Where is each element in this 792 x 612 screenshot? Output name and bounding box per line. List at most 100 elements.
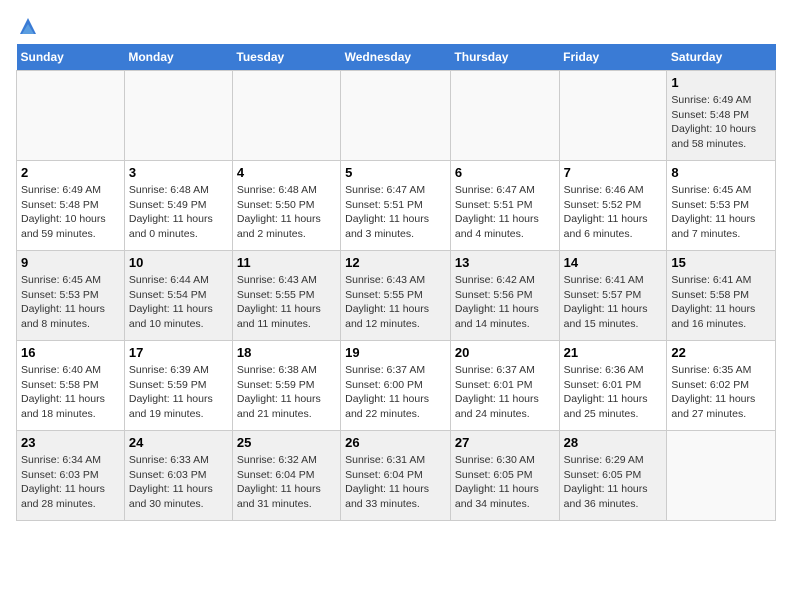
day-number: 7: [564, 165, 663, 180]
cell-content: Sunrise: 6:34 AM Sunset: 6:03 PM Dayligh…: [21, 453, 120, 512]
week-row-1: 2 Sunrise: 6:49 AM Sunset: 5:48 PM Daylig…: [17, 161, 776, 251]
day-number: 23: [21, 435, 120, 450]
calendar-cell: 25 Sunrise: 6:32 AM Sunset: 6:04 PM Dayli…: [232, 431, 340, 521]
week-row-3: 16 Sunrise: 6:40 AM Sunset: 5:58 PM Dayli…: [17, 341, 776, 431]
calendar-cell: 24 Sunrise: 6:33 AM Sunset: 6:03 PM Dayli…: [124, 431, 232, 521]
calendar-cell: 7 Sunrise: 6:46 AM Sunset: 5:52 PM Daylig…: [559, 161, 667, 251]
header-day-thursday: Thursday: [450, 44, 559, 71]
calendar-cell: 18 Sunrise: 6:38 AM Sunset: 5:59 PM Dayli…: [232, 341, 340, 431]
week-row-4: 23 Sunrise: 6:34 AM Sunset: 6:03 PM Dayli…: [17, 431, 776, 521]
calendar-header: SundayMondayTuesdayWednesdayThursdayFrid…: [17, 44, 776, 71]
cell-content: Sunrise: 6:41 AM Sunset: 5:57 PM Dayligh…: [564, 273, 663, 332]
logo: [16, 16, 38, 36]
day-number: 6: [455, 165, 555, 180]
cell-content: Sunrise: 6:32 AM Sunset: 6:04 PM Dayligh…: [237, 453, 336, 512]
day-number: 25: [237, 435, 336, 450]
header-day-monday: Monday: [124, 44, 232, 71]
calendar-cell: [17, 71, 125, 161]
calendar-cell: 15 Sunrise: 6:41 AM Sunset: 5:58 PM Dayli…: [667, 251, 776, 341]
day-number: 26: [345, 435, 446, 450]
calendar-cell: 22 Sunrise: 6:35 AM Sunset: 6:02 PM Dayli…: [667, 341, 776, 431]
day-number: 24: [129, 435, 228, 450]
calendar-table: SundayMondayTuesdayWednesdayThursdayFrid…: [16, 44, 776, 521]
calendar-cell: 10Sunrise: 6:44 AM Sunset: 5:54 PM Dayli…: [124, 251, 232, 341]
calendar-cell: 1Sunrise: 6:49 AM Sunset: 5:48 PM Daylig…: [667, 71, 776, 161]
cell-content: Sunrise: 6:39 AM Sunset: 5:59 PM Dayligh…: [129, 363, 228, 422]
day-number: 8: [671, 165, 771, 180]
calendar-cell: [450, 71, 559, 161]
cell-content: Sunrise: 6:41 AM Sunset: 5:58 PM Dayligh…: [671, 273, 771, 332]
day-number: 13: [455, 255, 555, 270]
week-row-0: 1Sunrise: 6:49 AM Sunset: 5:48 PM Daylig…: [17, 71, 776, 161]
calendar-body: 1 Sunrise: 6:49 AM Sunset: 5:48 PM Daylig…: [17, 71, 776, 521]
day-number: 10: [129, 255, 228, 270]
calendar-cell: [232, 71, 340, 161]
calendar-cell: 26 Sunrise: 6:31 AM Sunset: 6:04 PM Dayli…: [341, 431, 451, 521]
calendar-cell: 9 Sunrise: 6:45 AM Sunset: 5:53 PM Daylig…: [17, 251, 125, 341]
header-day-saturday: Saturday: [667, 44, 776, 71]
cell-content: Sunrise: 6:47 AM Sunset: 5:51 PM Dayligh…: [345, 183, 446, 242]
day-number: 5: [345, 165, 446, 180]
cell-content: Sunrise: 6:37 AM Sunset: 6:01 PM Dayligh…: [455, 363, 555, 422]
cell-content: Sunrise: 6:35 AM Sunset: 6:02 PM Dayligh…: [671, 363, 771, 422]
cell-content: Sunrise: 6:47 AM Sunset: 5:51 PM Dayligh…: [455, 183, 555, 242]
calendar-cell: 14 Sunrise: 6:41 AM Sunset: 5:57 PM Dayli…: [559, 251, 667, 341]
header-day-friday: Friday: [559, 44, 667, 71]
calendar-cell: 19Sunrise: 6:37 AM Sunset: 6:00 PM Dayli…: [341, 341, 451, 431]
day-number: 11: [237, 255, 336, 270]
day-number: 9: [21, 255, 120, 270]
calendar-cell: 27 Sunrise: 6:30 AM Sunset: 6:05 PM Dayli…: [450, 431, 559, 521]
calendar-cell: 20 Sunrise: 6:37 AM Sunset: 6:01 PM Dayli…: [450, 341, 559, 431]
day-number: 12: [345, 255, 446, 270]
cell-content: Sunrise: 6:36 AM Sunset: 6:01 PM Dayligh…: [564, 363, 663, 422]
calendar-cell: 2 Sunrise: 6:49 AM Sunset: 5:48 PM Daylig…: [17, 161, 125, 251]
day-number: 28: [564, 435, 663, 450]
day-number: 20: [455, 345, 555, 360]
calendar-cell: 11 Sunrise: 6:43 AM Sunset: 5:55 PM Dayli…: [232, 251, 340, 341]
day-number: 16: [21, 345, 120, 360]
day-number: 21: [564, 345, 663, 360]
day-number: 18: [237, 345, 336, 360]
cell-content: Sunrise: 6:38 AM Sunset: 5:59 PM Dayligh…: [237, 363, 336, 422]
header: [16, 16, 776, 36]
cell-content: Sunrise: 6:31 AM Sunset: 6:04 PM Dayligh…: [345, 453, 446, 512]
day-number: 3: [129, 165, 228, 180]
calendar-cell: 3 Sunrise: 6:48 AM Sunset: 5:49 PM Daylig…: [124, 161, 232, 251]
calendar-cell: 12 Sunrise: 6:43 AM Sunset: 5:55 PM Dayli…: [341, 251, 451, 341]
cell-content: Sunrise: 6:40 AM Sunset: 5:58 PM Dayligh…: [21, 363, 120, 422]
cell-content: Sunrise: 6:49 AM Sunset: 5:48 PM Dayligh…: [21, 183, 120, 242]
cell-content: Sunrise: 6:33 AM Sunset: 6:03 PM Dayligh…: [129, 453, 228, 512]
day-number: 17: [129, 345, 228, 360]
cell-content: Sunrise: 6:45 AM Sunset: 5:53 PM Dayligh…: [671, 183, 771, 242]
calendar-cell: 8 Sunrise: 6:45 AM Sunset: 5:53 PM Daylig…: [667, 161, 776, 251]
calendar-cell: 23 Sunrise: 6:34 AM Sunset: 6:03 PM Dayli…: [17, 431, 125, 521]
cell-content: Sunrise: 6:42 AM Sunset: 5:56 PM Dayligh…: [455, 273, 555, 332]
day-number: 2: [21, 165, 120, 180]
cell-content: Sunrise: 6:29 AM Sunset: 6:05 PM Dayligh…: [564, 453, 663, 512]
calendar-cell: 16 Sunrise: 6:40 AM Sunset: 5:58 PM Dayli…: [17, 341, 125, 431]
header-row: SundayMondayTuesdayWednesdayThursdayFrid…: [17, 44, 776, 71]
day-number: 1: [671, 75, 771, 90]
calendar-cell: [667, 431, 776, 521]
cell-content: Sunrise: 6:43 AM Sunset: 5:55 PM Dayligh…: [237, 273, 336, 332]
calendar-cell: 6 Sunrise: 6:47 AM Sunset: 5:51 PM Daylig…: [450, 161, 559, 251]
day-number: 22: [671, 345, 771, 360]
calendar-cell: 21 Sunrise: 6:36 AM Sunset: 6:01 PM Dayli…: [559, 341, 667, 431]
cell-content: Sunrise: 6:43 AM Sunset: 5:55 PM Dayligh…: [345, 273, 446, 332]
calendar-cell: [341, 71, 451, 161]
calendar-cell: 5 Sunrise: 6:47 AM Sunset: 5:51 PM Daylig…: [341, 161, 451, 251]
header-day-tuesday: Tuesday: [232, 44, 340, 71]
cell-content: Sunrise: 6:46 AM Sunset: 5:52 PM Dayligh…: [564, 183, 663, 242]
day-number: 4: [237, 165, 336, 180]
week-row-2: 9 Sunrise: 6:45 AM Sunset: 5:53 PM Daylig…: [17, 251, 776, 341]
calendar-cell: 28 Sunrise: 6:29 AM Sunset: 6:05 PM Dayli…: [559, 431, 667, 521]
cell-content: Sunrise: 6:37 AM Sunset: 6:00 PM Dayligh…: [345, 363, 446, 422]
cell-content: Sunrise: 6:30 AM Sunset: 6:05 PM Dayligh…: [455, 453, 555, 512]
day-number: 14: [564, 255, 663, 270]
cell-content: Sunrise: 6:48 AM Sunset: 5:49 PM Dayligh…: [129, 183, 228, 242]
logo-icon: [18, 16, 38, 36]
day-number: 27: [455, 435, 555, 450]
calendar-cell: 17 Sunrise: 6:39 AM Sunset: 5:59 PM Dayli…: [124, 341, 232, 431]
cell-content: Sunrise: 6:45 AM Sunset: 5:53 PM Dayligh…: [21, 273, 120, 332]
day-number: 15: [671, 255, 771, 270]
